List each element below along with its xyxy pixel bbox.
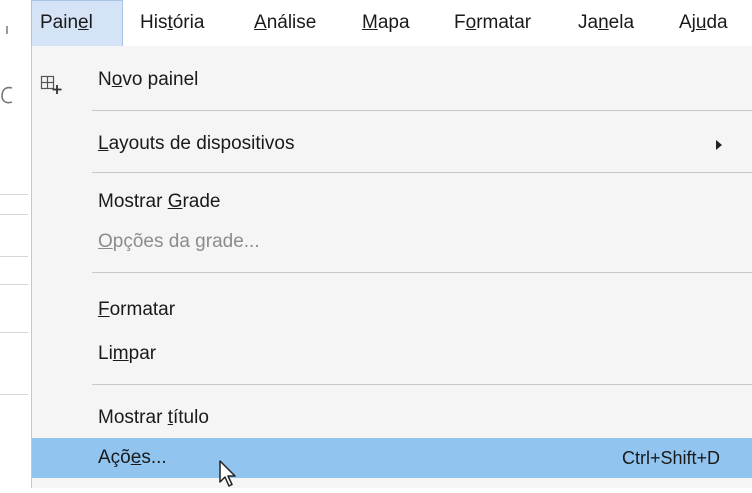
menu-separator	[92, 272, 752, 273]
menu-mnemonic: u	[695, 12, 707, 33]
menu-item-layouts-dispositivos[interactable]: Layouts de dispositivos	[32, 124, 752, 164]
menu-label-prefix: Aj	[679, 12, 696, 33]
painel-dropdown-menu: Novo painel Layouts de dispositivos Most…	[31, 46, 752, 488]
menu-formatar[interactable]: Formatar	[454, 0, 531, 46]
menu-label-suffix: rmatar	[476, 12, 532, 33]
menu-item-label: Layouts de dispositivos	[98, 133, 295, 154]
keyboard-shortcut: Ctrl+Shift+D	[621, 448, 720, 468]
menu-item-label: Formatar	[98, 299, 176, 320]
menu-label-suffix: da	[706, 12, 728, 33]
menu-item-label: Novo painel	[98, 69, 199, 90]
menu-separator	[92, 172, 752, 173]
divider	[0, 394, 28, 395]
menu-label-prefix: His	[140, 12, 168, 33]
divider	[0, 214, 28, 215]
menu-mnemonic: o	[465, 12, 477, 33]
menu-label-suffix: apa	[377, 12, 410, 33]
menu-janela[interactable]: Janela	[578, 0, 634, 46]
menu-label-suffix: l	[88, 12, 93, 33]
menu-item-novo-painel[interactable]: Novo painel	[32, 60, 752, 100]
window-edge-fragment	[6, 26, 8, 34]
menu-label-suffix: nálise	[266, 12, 317, 33]
menu-label-prefix: Ja	[578, 12, 599, 33]
menu-separator	[92, 110, 752, 111]
menu-mapa[interactable]: Mapa	[362, 0, 410, 46]
divider	[0, 194, 28, 195]
menu-item-label: Limpar	[98, 343, 157, 364]
divider	[0, 284, 28, 285]
divider	[0, 256, 28, 257]
menu-item-label: Opções da grade...	[98, 231, 260, 252]
divider	[0, 332, 28, 333]
menu-item-opcoes-grade[interactable]: Opções da grade...	[32, 222, 752, 262]
menu-label-prefix: F	[454, 12, 466, 33]
menu-historia[interactable]: História	[140, 0, 204, 46]
menu-ajuda[interactable]: Ajuda	[679, 0, 728, 46]
menu-item-acoes[interactable]: Ações... Ctrl+Shift+D	[32, 438, 752, 478]
menu-mnemonic: e	[78, 12, 89, 33]
menu-label-suffix: ela	[608, 12, 635, 33]
background-window-fragment	[0, 46, 31, 488]
partial-icon	[0, 84, 14, 112]
menu-separator	[92, 384, 752, 385]
menu-item-mostrar-titulo[interactable]: Mostrar título	[32, 398, 752, 438]
menu-item-label: Mostrar Grade	[98, 191, 221, 212]
menu-mnemonic: A	[254, 12, 267, 33]
menu-bar: Painel História Análise Mapa Formatar Ja…	[0, 0, 752, 46]
menu-analise[interactable]: Análise	[254, 0, 316, 46]
menu-painel[interactable]: Painel	[31, 0, 123, 46]
menu-item-mostrar-grade[interactable]: Mostrar Grade	[32, 182, 752, 222]
menu-item-limpar[interactable]: Limpar	[32, 334, 752, 374]
menu-mnemonic: n	[598, 12, 609, 33]
menu-item-formatar[interactable]: Formatar	[32, 290, 752, 330]
submenu-arrow-icon	[716, 140, 722, 150]
menu-item-label: Mostrar título	[98, 407, 209, 428]
new-panel-icon	[40, 70, 62, 94]
menu-item-label: Ações...	[98, 447, 167, 468]
menu-label-prefix: Pain	[40, 12, 79, 33]
menu-label-suffix: ória	[172, 12, 205, 33]
menu-mnemonic: M	[362, 12, 378, 33]
mouse-pointer-icon	[218, 460, 238, 488]
